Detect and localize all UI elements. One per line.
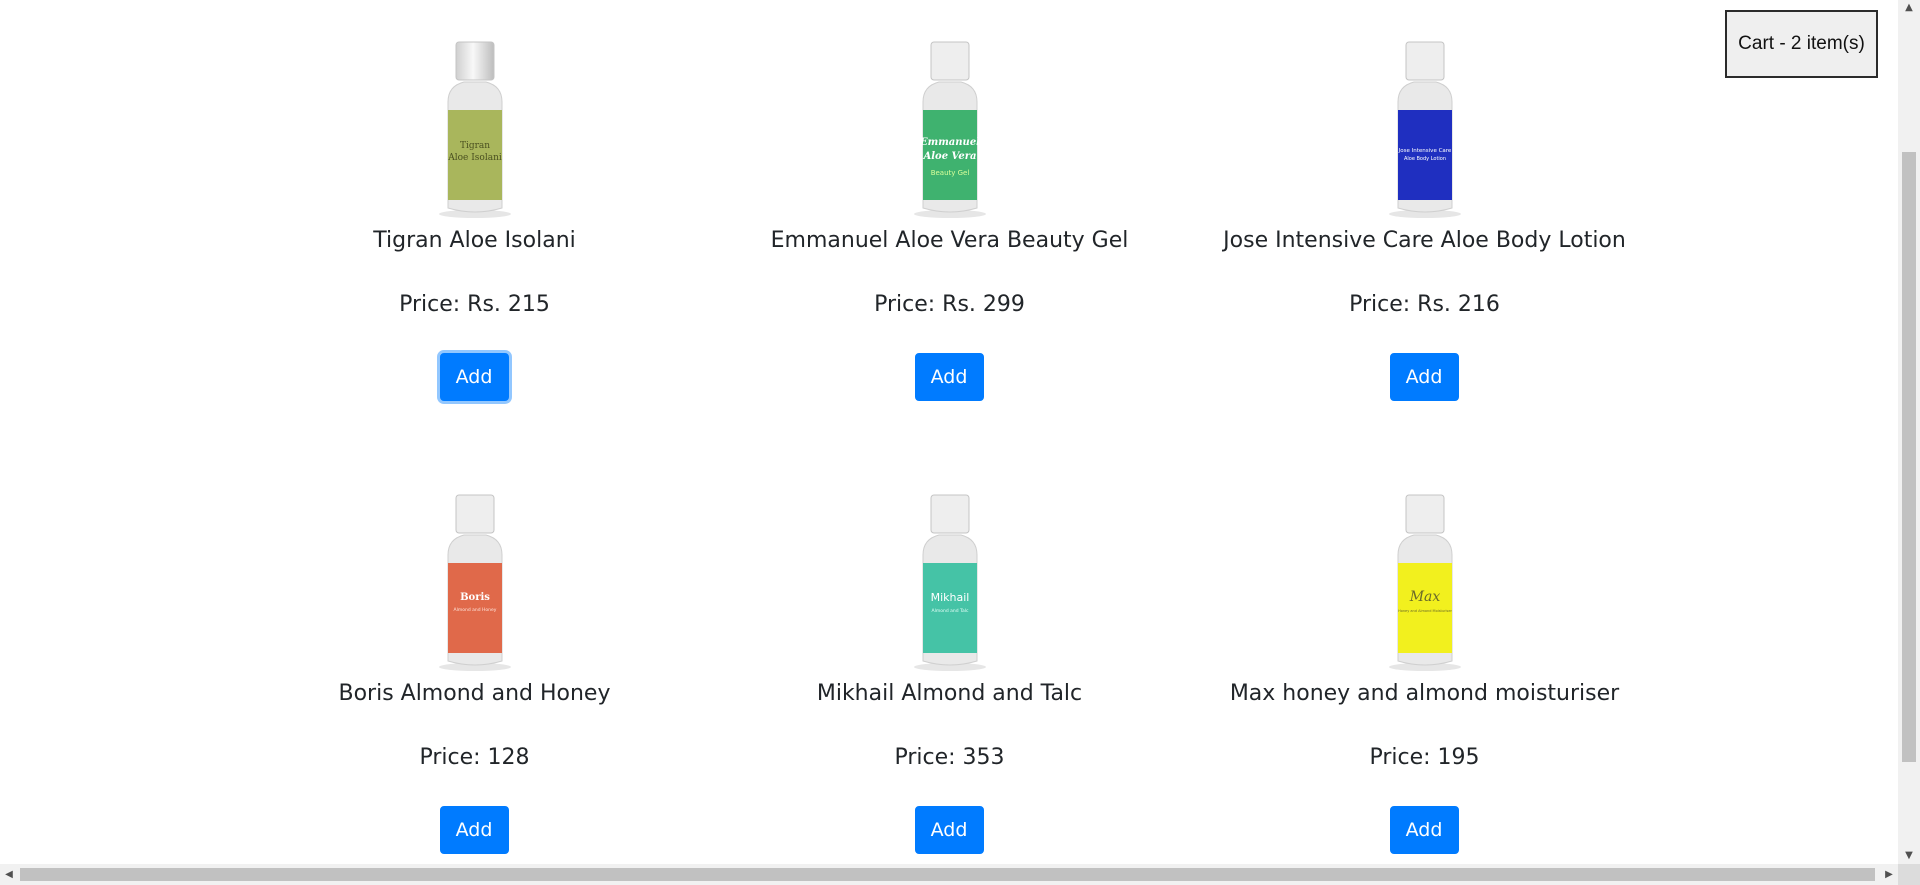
add-button[interactable]: Add (1389, 806, 1459, 854)
add-button[interactable]: Add (439, 806, 509, 854)
vertical-scroll-thumb[interactable] (1902, 152, 1916, 762)
bottle-label-line1: Jose Intensive Care (1397, 148, 1451, 154)
bottle-label-line2: Almond and Talc (931, 608, 969, 614)
add-button[interactable]: Add (914, 806, 984, 854)
product-image: Emmanuel Aloe Vera Beauty Gel (913, 41, 986, 218)
scrollbar-corner (1898, 864, 1920, 885)
product-image: Jose Intensive Care Aloe Body Lotion (1388, 41, 1461, 218)
product-image: Boris Almond and Honey (438, 494, 511, 671)
bottle-label-line1: Boris (460, 592, 490, 603)
horizontal-scroll-thumb[interactable] (20, 868, 1875, 881)
product-price: Price: 353 (894, 745, 1005, 770)
scroll-down-icon[interactable]: ▼ (1898, 848, 1920, 864)
product-price: Price: Rs. 299 (874, 292, 1025, 317)
scroll-right-icon[interactable]: ▶ (1880, 864, 1898, 885)
bottle-label-line2: Honey and Almond Moisturiser (1398, 609, 1452, 613)
add-button[interactable]: Add (439, 353, 509, 401)
bottle-label-line1: Emmanuel (919, 137, 980, 148)
product-name: Max honey and almond moisturiser (1229, 681, 1620, 706)
bottle-label-line2: Almond and Honey (453, 607, 496, 613)
bottle-label-line3: Beauty Gel (930, 169, 969, 177)
bottle-label-line2: Aloe Vera (922, 151, 976, 162)
cart-button[interactable]: Cart - 2 item(s) (1725, 10, 1878, 78)
vertical-scrollbar[interactable]: ▲ ▼ (1898, 0, 1920, 864)
add-button[interactable]: Add (914, 353, 984, 401)
bottle-label-line2: Aloe Body Lotion (1403, 156, 1445, 162)
bottle-label-line1: Mikhail (930, 591, 969, 604)
horizontal-scrollbar[interactable]: ◀ ▶ (0, 864, 1898, 885)
scroll-up-icon[interactable]: ▲ (1898, 0, 1920, 16)
product-grid: Tigran Aloe Isolani Tigran Aloe Isolani … (0, 0, 1898, 864)
bottle-label-line2: Aloe Isolani (447, 153, 502, 163)
add-button[interactable]: Add (1389, 353, 1459, 401)
product-price: Price: 195 (1369, 745, 1480, 770)
product-image: Mikhail Almond and Talc (913, 494, 986, 671)
scroll-left-icon[interactable]: ◀ (0, 864, 18, 885)
product-price: Price: Rs. 216 (1349, 292, 1500, 317)
bottle-label-line1: Tigran (459, 141, 489, 151)
product-name: Emmanuel Aloe Vera Beauty Gel (770, 228, 1129, 253)
product-image: Max Honey and Almond Moisturiser (1388, 494, 1461, 671)
product-price: Price: 128 (419, 745, 530, 770)
product-name: Jose Intensive Care Aloe Body Lotion (1223, 228, 1626, 253)
product-name: Boris Almond and Honey (338, 681, 611, 706)
bottle-label-line1: Max (1408, 589, 1440, 605)
product-price: Price: Rs. 215 (399, 292, 550, 317)
product-name: Tigran Aloe Isolani (373, 228, 576, 253)
product-name: Mikhail Almond and Talc (816, 681, 1083, 706)
product-image: Tigran Aloe Isolani (438, 41, 511, 218)
